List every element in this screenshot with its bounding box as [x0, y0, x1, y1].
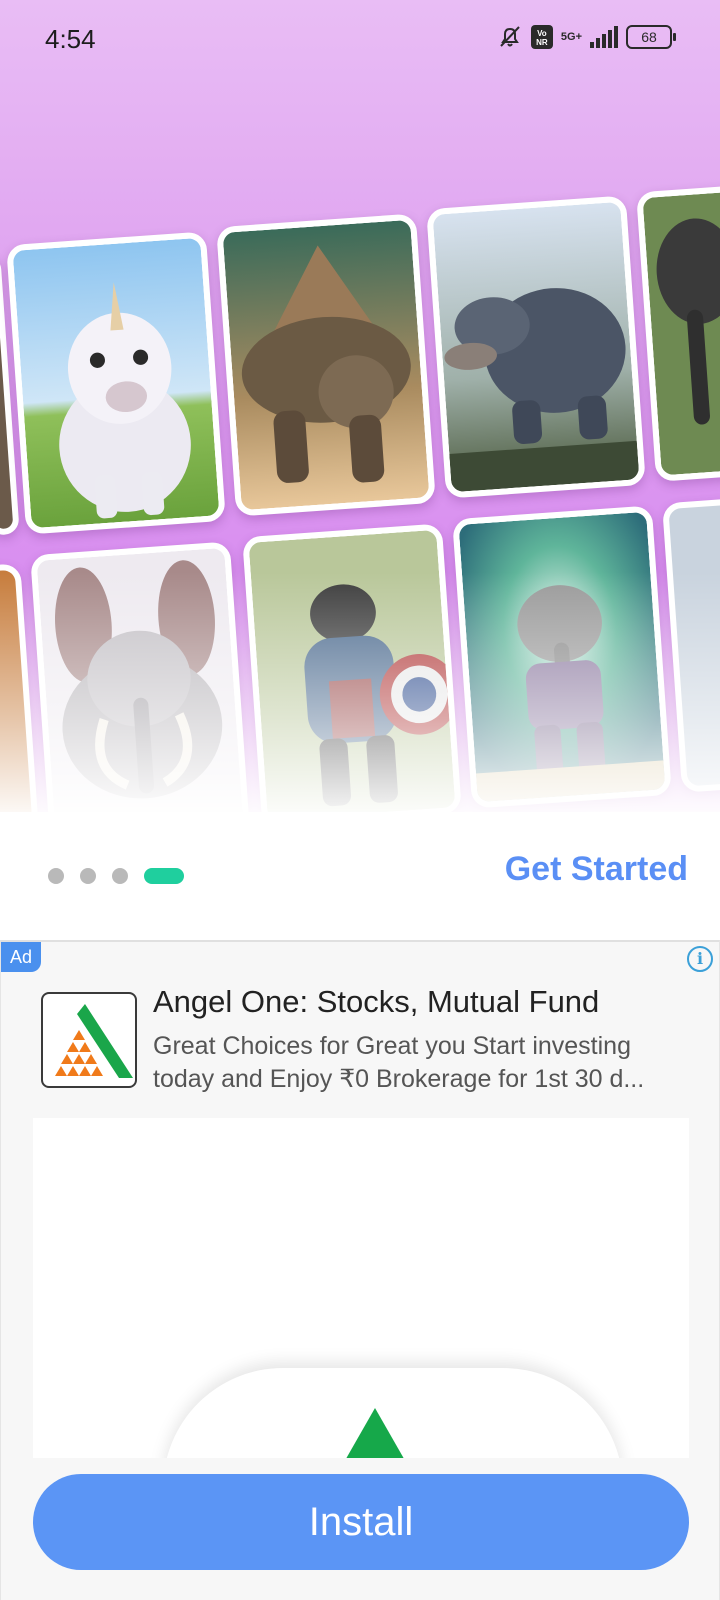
turtle-image [222, 219, 430, 511]
card-unicorn-foal[interactable] [6, 231, 226, 535]
ad-media-logo-triangle [343, 1408, 407, 1458]
ad-description-line-1: Great Choices for Great you Start invest… [153, 1032, 631, 1060]
ad-media[interactable] [33, 1118, 689, 1458]
onboarding-hero: 4:54 Vo NR 5G+ 68 [0, 0, 720, 812]
install-button[interactable]: Install [33, 1474, 689, 1570]
crocodile-image [432, 201, 640, 493]
ad-description: Great Choices for Great you Start invest… [153, 1030, 693, 1096]
elephant-image [642, 190, 720, 476]
native-ad[interactable]: Ad i Angel One: Stocks, Mutual Fund Grea… [0, 940, 720, 1600]
elephant-warrior-image [458, 511, 666, 803]
get-started-button[interactable]: Get Started [505, 850, 688, 889]
ad-app-title[interactable]: Angel One: Stocks, Mutual Fund [153, 984, 599, 1020]
page-dot-3 [112, 868, 128, 884]
card-pyramid-turtle[interactable] [216, 213, 436, 517]
unicorn-image [12, 237, 220, 529]
page-dot-4-active [144, 868, 184, 884]
battery-icon: 68 [626, 25, 676, 49]
ad-description-line-2: today and Enjoy ₹0 Brokerage for 1st 30 … [153, 1065, 645, 1093]
onboarding-pager-row: Get Started [0, 812, 720, 940]
page-indicator [48, 868, 184, 884]
signal-icon [590, 26, 618, 48]
card-mammoth-rabbit[interactable] [30, 541, 250, 812]
gorilla-image [248, 529, 456, 812]
status-icons: Vo NR 5G+ 68 [497, 24, 676, 50]
volte-icon: Vo NR [530, 25, 553, 49]
bell-off-icon [497, 24, 523, 50]
ad-badge: Ad [1, 942, 41, 972]
card-gorilla-captain[interactable] [242, 523, 462, 812]
page-dot-1 [48, 868, 64, 884]
status-bar: 4:54 Vo NR 5G+ 68 [0, 0, 720, 80]
status-time: 4:54 [45, 24, 96, 54]
card-crocodile-platypus[interactable] [426, 195, 646, 499]
ad-info-icon[interactable]: i [687, 946, 713, 972]
angel-one-logo[interactable] [41, 992, 137, 1088]
card-elephant-partial[interactable] [636, 184, 720, 482]
card-elephant-warrior[interactable] [452, 505, 672, 809]
page-dot-2 [80, 868, 96, 884]
network-type: 5G+ [560, 31, 582, 43]
card-partial-right-bottom [661, 497, 720, 793]
mammoth-image [36, 547, 244, 812]
